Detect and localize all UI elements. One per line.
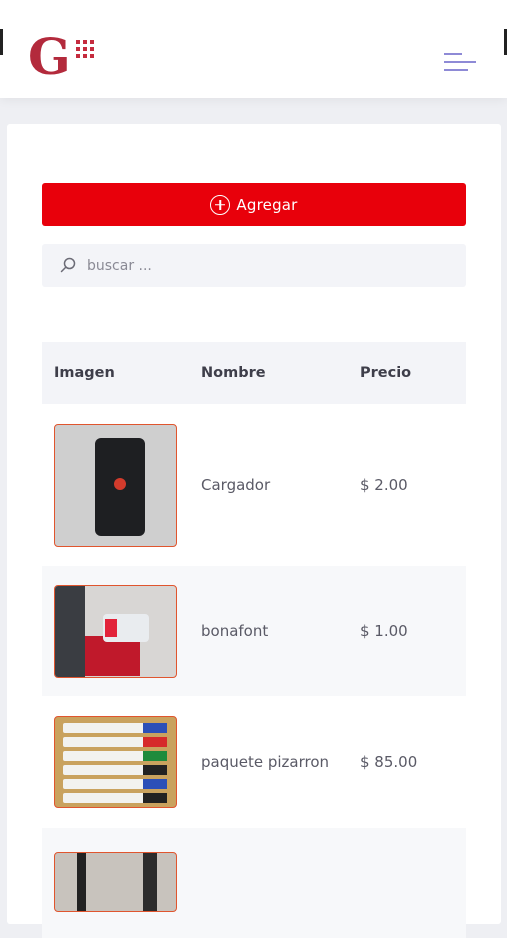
product-name: bonafont: [201, 622, 269, 640]
plus-circle-icon: [210, 194, 231, 215]
search-icon: [60, 257, 76, 273]
logo-dots: [76, 40, 94, 58]
product-price: $ 1.00: [360, 622, 408, 640]
header-name: Nombre: [201, 365, 266, 381]
product-image[interactable]: [54, 423, 177, 547]
products-table: Imagen Nombre Precio Cargador $ 2.00 bon…: [42, 342, 466, 938]
add-button-label: Agregar: [236, 195, 298, 214]
search-input[interactable]: [87, 244, 457, 287]
table-row[interactable]: paquete pizarron $ 85.00: [42, 696, 466, 828]
product-price: $ 85.00: [360, 753, 418, 771]
table-row[interactable]: Cargador $ 2.00: [42, 404, 466, 566]
search-box: [42, 244, 466, 287]
product-image[interactable]: [54, 852, 177, 912]
product-image[interactable]: [54, 584, 177, 678]
product-name: Cargador: [201, 476, 271, 494]
brand-logo[interactable]: G: [28, 32, 98, 88]
left-edge-mark: [0, 29, 3, 55]
product-name: paquete pizarron: [201, 753, 330, 771]
product-image[interactable]: [54, 716, 177, 808]
table-row[interactable]: [42, 828, 466, 938]
product-price: $ 2.00: [360, 476, 408, 494]
add-product-button[interactable]: Agregar: [42, 183, 466, 226]
header-price: Precio: [360, 365, 412, 381]
table-header: Imagen Nombre Precio: [42, 342, 466, 404]
products-card: Agregar Imagen Nombre Precio Cargador $ …: [7, 124, 501, 938]
app-header: G: [0, 0, 507, 98]
header-image: Imagen: [54, 365, 115, 381]
logo-letter: G: [28, 27, 71, 86]
hamburger-menu-icon[interactable]: [442, 52, 478, 74]
table-row[interactable]: bonafont $ 1.00: [42, 566, 466, 696]
